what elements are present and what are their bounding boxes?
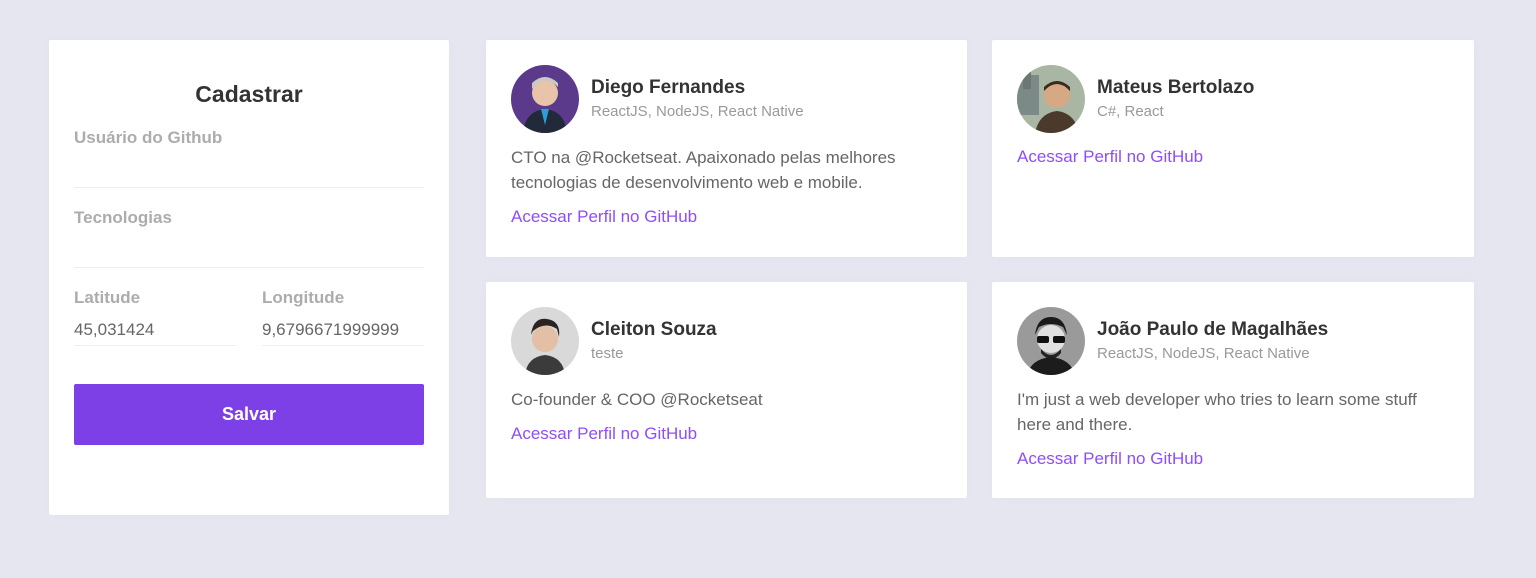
dev-card-header: Diego Fernandes ReactJS, NodeJS, React N… — [511, 65, 942, 133]
dev-card-header: João Paulo de Magalhães ReactJS, NodeJS,… — [1017, 307, 1449, 375]
user-techs: ReactJS, NodeJS, React Native — [1097, 345, 1310, 362]
save-button[interactable]: Salvar — [74, 384, 424, 445]
dev-card-header: Mateus Bertolazo C#, React — [1017, 65, 1449, 133]
longitude-input[interactable] — [262, 314, 424, 346]
dev-card: Diego Fernandes ReactJS, NodeJS, React N… — [486, 40, 967, 257]
user-bio: Co-founder & COO @Rocketseat — [511, 390, 763, 409]
user-techs: C#, React — [1097, 103, 1164, 120]
user-name: Cleiton Souza — [591, 319, 717, 340]
user-name: Mateus Bertolazo — [1097, 77, 1255, 98]
user-techs: ReactJS, NodeJS, React Native — [591, 103, 804, 120]
techs-field: Tecnologias — [74, 208, 424, 268]
dev-card: João Paulo de Magalhães ReactJS, NodeJS,… — [992, 282, 1474, 498]
user-bio: CTO na @Rocketseat. Apaixonado pelas mel… — [511, 148, 896, 192]
dev-card: Mateus Bertolazo C#, React Acessar Perfi… — [992, 40, 1474, 257]
avatar — [511, 307, 579, 375]
user-info: João Paulo de Magalhães ReactJS, NodeJS,… — [1097, 318, 1328, 364]
latitude-field: Latitude — [74, 288, 236, 346]
avatar — [511, 65, 579, 133]
longitude-label: Longitude — [262, 288, 345, 307]
github-username-field: Usuário do Github — [74, 128, 424, 188]
user-name: João Paulo de Magalhães — [1097, 319, 1329, 340]
user-techs: teste — [591, 345, 624, 362]
github-profile-link[interactable]: Acessar Perfil no GitHub — [1017, 447, 1203, 471]
user-name: Diego Fernandes — [591, 77, 746, 98]
register-form-panel: Cadastrar Usuário do Github Tecnologias … — [49, 40, 449, 515]
github-username-input[interactable] — [74, 156, 424, 188]
form-title: Cadastrar — [195, 81, 303, 107]
avatar — [1017, 307, 1085, 375]
github-profile-link[interactable]: Acessar Perfil no GitHub — [511, 205, 697, 229]
user-info: Cleiton Souza teste — [591, 318, 717, 364]
dev-card: Cleiton Souza teste Co-founder & COO @Ro… — [486, 282, 967, 498]
github-username-label: Usuário do Github — [74, 128, 223, 147]
avatar — [1017, 65, 1085, 133]
latitude-input[interactable] — [74, 314, 236, 346]
coordinates-group: Latitude Longitude — [74, 288, 424, 346]
user-info: Diego Fernandes ReactJS, NodeJS, React N… — [591, 76, 804, 122]
user-info: Mateus Bertolazo C#, React — [1097, 76, 1254, 122]
github-profile-link[interactable]: Acessar Perfil no GitHub — [1017, 145, 1203, 169]
github-profile-link[interactable]: Acessar Perfil no GitHub — [511, 422, 697, 446]
techs-label: Tecnologias — [74, 208, 172, 227]
user-bio: I'm just a web developer who tries to le… — [1017, 390, 1417, 434]
dev-card-header: Cleiton Souza teste — [511, 307, 942, 375]
techs-input[interactable] — [74, 236, 424, 268]
longitude-field: Longitude — [262, 288, 424, 346]
latitude-label: Latitude — [74, 288, 141, 307]
